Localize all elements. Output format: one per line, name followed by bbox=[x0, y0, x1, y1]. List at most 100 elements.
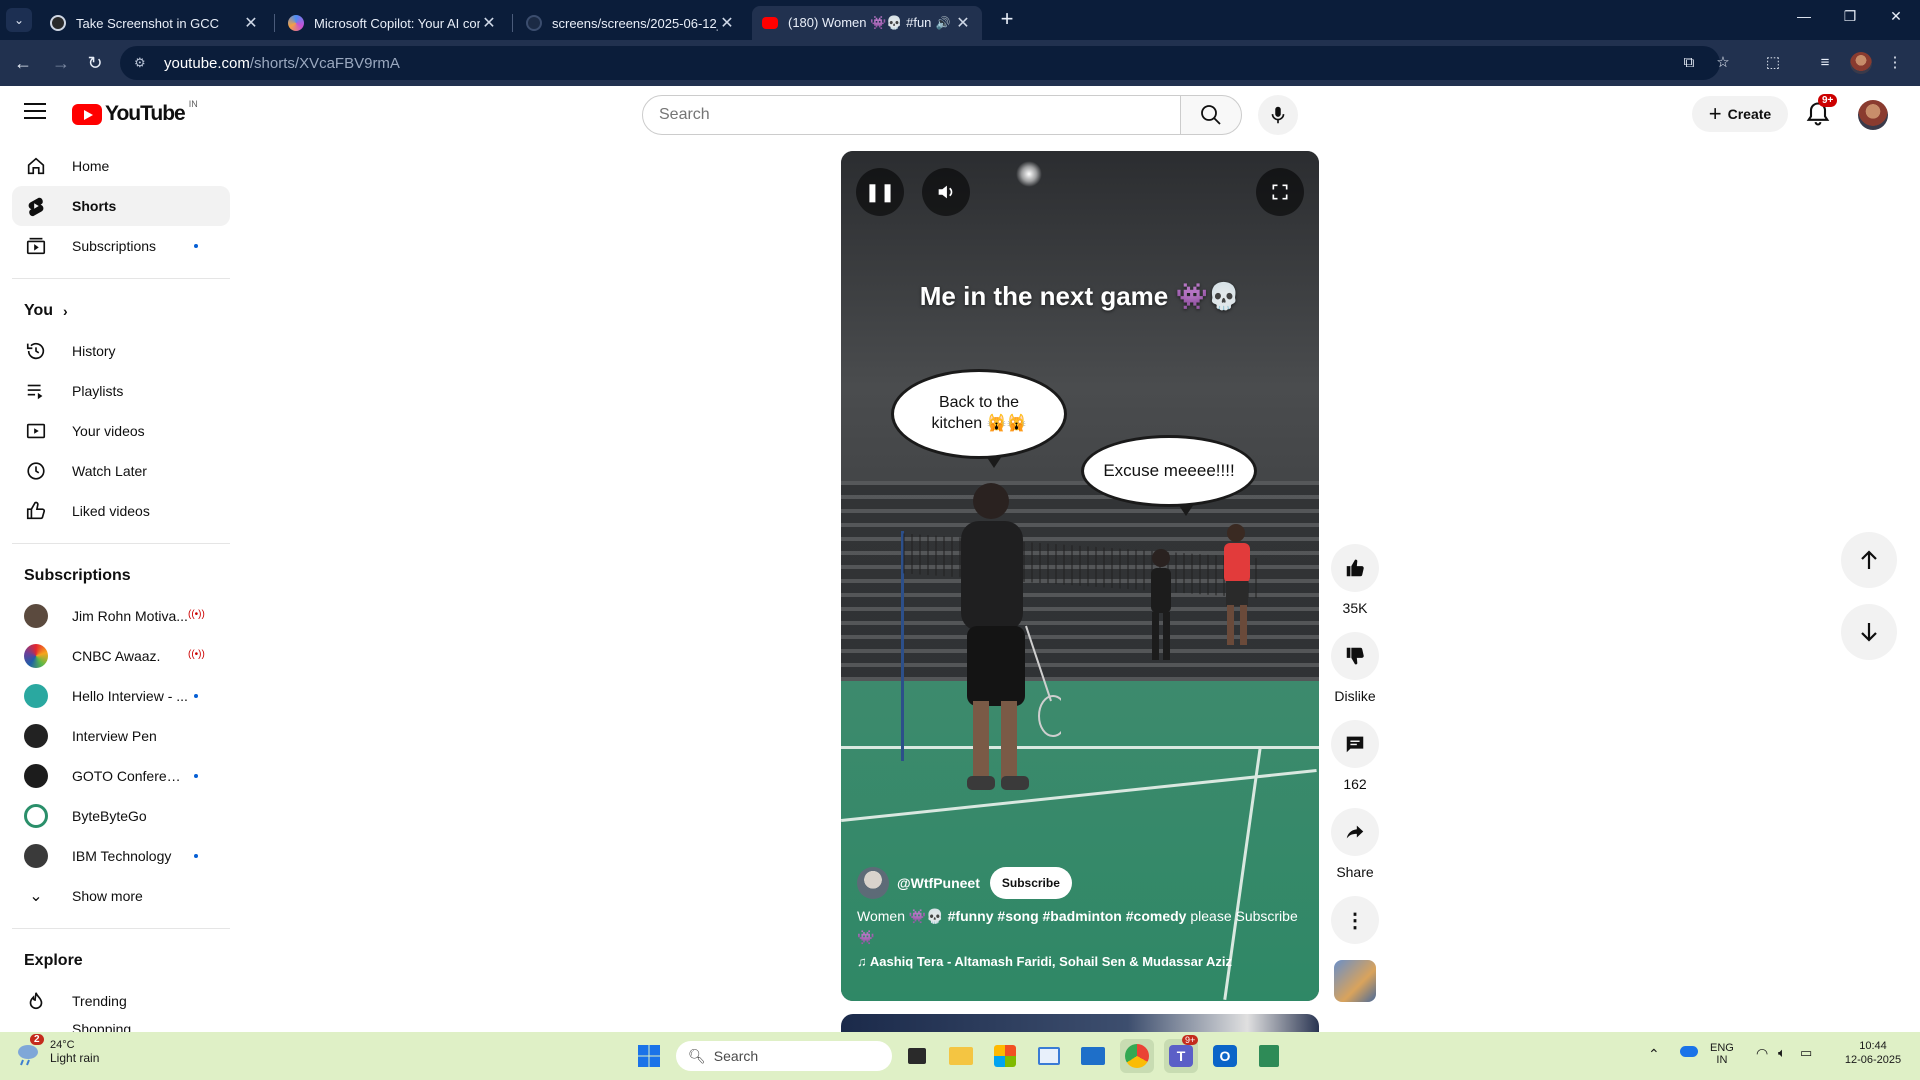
previous-short-button[interactable] bbox=[1841, 532, 1897, 588]
youtube-logo[interactable]: YouTube IN bbox=[72, 99, 198, 126]
background-players bbox=[1224, 524, 1250, 645]
sidebar-item-your-videos[interactable]: Your videos bbox=[12, 411, 230, 451]
sidebar-item-subscriptions[interactable]: Subscriptions bbox=[12, 226, 230, 266]
comments-button[interactable] bbox=[1331, 720, 1379, 768]
volume-tray-icon[interactable]: 🔈︎ bbox=[1778, 1045, 1786, 1061]
fullscreen-button[interactable] bbox=[1256, 168, 1304, 216]
spreadsheet-app-icon[interactable] bbox=[1252, 1039, 1286, 1073]
minimize-button[interactable]: — bbox=[1784, 8, 1824, 24]
clock[interactable]: 10:44 12-06-2025 bbox=[1832, 1040, 1914, 1066]
dislike-button[interactable] bbox=[1331, 632, 1379, 680]
video-description[interactable]: Women 👾💀 #funny #song #badminton #comedy… bbox=[857, 906, 1303, 948]
microsoft-store-icon[interactable] bbox=[988, 1039, 1022, 1073]
voice-search-button[interactable] bbox=[1258, 95, 1298, 135]
channel-avatar[interactable] bbox=[857, 867, 889, 899]
next-short-button[interactable] bbox=[1841, 604, 1897, 660]
language-indicator[interactable]: ENG IN bbox=[1710, 1042, 1734, 1066]
browser-tab[interactable]: Microsoft Copilot: Your AI comp ✕ bbox=[278, 6, 508, 40]
volume-button[interactable] bbox=[922, 168, 970, 216]
site-info-icon[interactable]: ⚙ bbox=[134, 55, 152, 71]
tab-search-button[interactable]: ⌄ bbox=[6, 8, 32, 32]
subscribe-button[interactable]: Subscribe bbox=[989, 867, 1072, 899]
sidebar-item-playlists[interactable]: Playlists bbox=[12, 371, 230, 411]
task-view-icon[interactable] bbox=[900, 1039, 934, 1073]
sidebar-item-history[interactable]: History bbox=[12, 331, 230, 371]
media-control-icon[interactable]: ≡ bbox=[1814, 52, 1836, 74]
thumb-down-filled-icon bbox=[1346, 647, 1364, 665]
sidebar-item-liked-videos[interactable]: Liked videos bbox=[12, 491, 230, 531]
profile-avatar-icon[interactable] bbox=[1850, 52, 1872, 74]
close-tab-icon[interactable]: ✕ bbox=[954, 13, 972, 33]
reload-button[interactable]: ↻ bbox=[82, 50, 108, 76]
teams-icon[interactable]: T 9+ bbox=[1164, 1035, 1199, 1073]
shorts-video-player[interactable]: ❚❚ Me in the next game 👾💀 Back to the ki… bbox=[841, 151, 1319, 1001]
sidebar-item-watch-later[interactable]: Watch Later bbox=[12, 451, 230, 491]
install-app-icon[interactable]: ⧉ bbox=[1678, 52, 1700, 74]
show-hidden-icons-chevron-icon[interactable]: ⌃ bbox=[1648, 1046, 1660, 1063]
start-button[interactable] bbox=[632, 1039, 666, 1073]
battery-icon[interactable]: ▭ bbox=[1800, 1045, 1812, 1061]
close-tab-icon[interactable]: ✕ bbox=[718, 13, 736, 33]
browser-tab[interactable]: screens/screens/2025-06-12_05 ✕ bbox=[516, 6, 746, 40]
share-action[interactable]: Share bbox=[1330, 808, 1380, 880]
remote-desktop-icon[interactable] bbox=[1076, 1039, 1110, 1073]
new-content-dot bbox=[194, 854, 198, 858]
close-tab-icon[interactable]: ✕ bbox=[480, 13, 498, 33]
onedrive-cloud-icon[interactable] bbox=[1680, 1046, 1698, 1057]
you-section-heading[interactable]: You › bbox=[12, 291, 230, 331]
tab-divider bbox=[512, 14, 513, 32]
taskbar-search[interactable]: 🔍︎ Search bbox=[676, 1041, 892, 1071]
like-button[interactable] bbox=[1331, 544, 1379, 592]
browser-tab-active[interactable]: (180) Women 👾💀 #funny 🔊 ✕ bbox=[752, 6, 982, 40]
sidebar-item-shorts[interactable]: Shorts bbox=[12, 186, 230, 226]
arena-light bbox=[1016, 161, 1042, 187]
speaker-icon[interactable]: 🔊 bbox=[932, 16, 954, 30]
sidebar-channel-ibm-technology[interactable]: IBM Technology bbox=[12, 836, 230, 876]
back-button[interactable]: ← bbox=[10, 50, 36, 76]
outlook-icon[interactable]: O bbox=[1208, 1039, 1242, 1073]
new-tab-button[interactable]: + bbox=[995, 8, 1019, 32]
restore-button[interactable]: ❐ bbox=[1830, 8, 1870, 25]
more-options-button[interactable]: ⋮ bbox=[1331, 896, 1379, 944]
chrome-icon[interactable] bbox=[1120, 1039, 1154, 1073]
more-menu-icon[interactable]: ⋮ bbox=[1884, 52, 1906, 74]
channel-label: CNBC Awaaz. bbox=[72, 648, 161, 664]
dislike-action[interactable]: Dislike bbox=[1330, 632, 1380, 704]
address-bar[interactable]: ⚙ youtube.com/shorts/XVcaFBV9rmA bbox=[120, 46, 1720, 80]
pause-button[interactable]: ❚❚ bbox=[856, 168, 904, 216]
description-hashtags[interactable]: #funny #song #badminton #comedy bbox=[948, 908, 1187, 924]
channel-label: ByteByteGo bbox=[72, 808, 147, 824]
app-window-icon[interactable] bbox=[1032, 1039, 1066, 1073]
comments-action[interactable]: 162 bbox=[1330, 720, 1380, 792]
browser-tab[interactable]: Take Screenshot in GCC ✕ bbox=[40, 6, 270, 40]
file-explorer-icon[interactable] bbox=[944, 1039, 978, 1073]
music-attribution[interactable]: ♫ Aashiq Tera - Altamash Faridi, Sohail … bbox=[857, 954, 1232, 969]
weather-widget[interactable]: 2 24°C Light rain bbox=[14, 1034, 99, 1066]
more-action[interactable]: ⋮ bbox=[1330, 896, 1380, 944]
search-input[interactable]: Search bbox=[642, 95, 1181, 135]
sidebar-channel-bytebytego[interactable]: ByteByteGo bbox=[12, 796, 230, 836]
sidebar-channel-interview-pen[interactable]: Interview Pen bbox=[12, 716, 230, 756]
sidebar-channel-goto-conferences[interactable]: GOTO Conferenc... bbox=[12, 756, 230, 796]
guide-menu-icon[interactable] bbox=[24, 103, 46, 123]
create-button[interactable]: + Create bbox=[1692, 96, 1788, 132]
forward-button[interactable]: → bbox=[48, 50, 74, 76]
like-action[interactable]: 35K bbox=[1330, 544, 1380, 616]
wifi-icon[interactable]: ◠ bbox=[1756, 1045, 1768, 1062]
next-short-preview[interactable] bbox=[841, 1014, 1319, 1034]
sidebar-channel-cnbc-awaaz[interactable]: CNBC Awaaz. ((•)) bbox=[12, 636, 230, 676]
sidebar-channel-jim-rohn[interactable]: Jim Rohn Motiva... ((•)) bbox=[12, 596, 230, 636]
close-window-button[interactable]: ✕ bbox=[1876, 8, 1916, 25]
sidebar-item-trending[interactable]: Trending bbox=[12, 981, 230, 1021]
show-more-button[interactable]: ⌄ Show more bbox=[12, 876, 230, 916]
channel-handle[interactable]: @WtfPuneet bbox=[897, 875, 980, 891]
extensions-icon[interactable]: ⬚ bbox=[1762, 52, 1784, 74]
share-button[interactable] bbox=[1331, 808, 1379, 856]
audio-thumbnail[interactable] bbox=[1334, 960, 1376, 1002]
account-avatar[interactable] bbox=[1858, 100, 1888, 130]
search-button[interactable] bbox=[1180, 95, 1242, 135]
bookmark-star-icon[interactable]: ☆ bbox=[1712, 52, 1734, 74]
sidebar-item-home[interactable]: Home bbox=[12, 146, 230, 186]
sidebar-channel-hello-interview[interactable]: Hello Interview - ... bbox=[12, 676, 230, 716]
close-tab-icon[interactable]: ✕ bbox=[242, 13, 260, 33]
